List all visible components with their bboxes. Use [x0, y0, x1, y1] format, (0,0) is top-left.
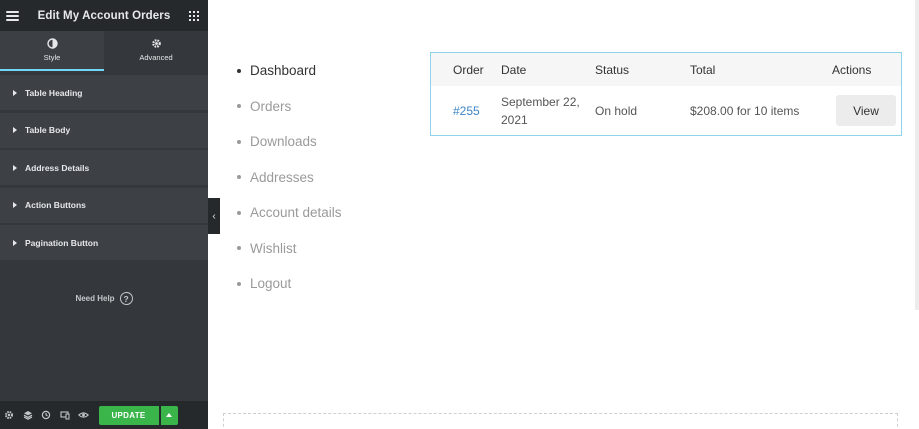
- widgets-grid-icon[interactable]: [188, 10, 199, 21]
- table-row: #255 September 22, 2021 On hold $208.00 …: [431, 86, 901, 135]
- caret-right-icon: [13, 89, 17, 96]
- column-header-total: Total: [690, 62, 716, 77]
- settings-icon[interactable]: [3, 409, 15, 421]
- caret-right-icon: [13, 127, 17, 133]
- update-options-button[interactable]: [160, 405, 178, 425]
- order-date: September 22, 2021: [501, 94, 580, 127]
- nav-label: Account details: [250, 205, 342, 221]
- style-sections: Table Heading Table Body Address Details…: [0, 75, 208, 260]
- gear-icon: [151, 38, 162, 49]
- section-label: Address Details: [25, 162, 90, 173]
- column-header-actions: Actions: [832, 62, 872, 77]
- nav-item-account-details[interactable]: Account details: [237, 195, 417, 231]
- preview-eye-icon[interactable]: [77, 409, 89, 421]
- hamburger-menu-icon[interactable]: [6, 10, 19, 21]
- chevron-left-icon: ‹: [212, 210, 216, 222]
- panel-header: Edit My Account Orders: [0, 0, 208, 31]
- caret-up-icon: [166, 413, 172, 417]
- caret-right-icon: [13, 239, 17, 246]
- nav-item-logout[interactable]: Logout: [237, 266, 417, 302]
- update-button[interactable]: UPDATE: [98, 405, 159, 425]
- nav-item-wishlist[interactable]: Wishlist: [237, 231, 417, 267]
- bullet: [237, 210, 241, 215]
- page-preview: Dashboard Orders Downloads Addresses Acc…: [220, 0, 919, 429]
- column-header-date: Date: [501, 62, 527, 77]
- editor-panel: Edit My Account Orders Style Advanced Ta…: [0, 0, 208, 429]
- nav-item-orders[interactable]: Orders: [237, 89, 417, 125]
- section-label: Table Body: [25, 125, 71, 135]
- section-table-body[interactable]: Table Body: [0, 112, 208, 148]
- nav-label: Wishlist: [250, 240, 297, 256]
- responsive-mode-icon[interactable]: [59, 409, 71, 421]
- bullet: [237, 246, 241, 251]
- nav-label: Dashboard: [250, 63, 317, 79]
- section-pagination-button[interactable]: Pagination Button: [0, 225, 208, 260]
- section-address-details[interactable]: Address Details: [0, 150, 208, 185]
- nav-label: Logout: [250, 276, 292, 292]
- section-action-buttons[interactable]: Action Buttons: [0, 187, 208, 223]
- column-header-status: Status: [595, 62, 630, 77]
- nav-label: Downloads: [250, 134, 317, 150]
- account-navigation: Dashboard Orders Downloads Addresses Acc…: [237, 53, 417, 302]
- order-total: $208.00 for 10 items: [690, 103, 800, 118]
- view-order-button[interactable]: View: [836, 95, 896, 126]
- bullet: [237, 281, 241, 286]
- empty-section-placeholder[interactable]: [223, 413, 898, 429]
- nav-item-dashboard[interactable]: Dashboard: [237, 53, 417, 89]
- contrast-icon: [46, 38, 58, 49]
- panel-title: Edit My Account Orders: [37, 9, 171, 22]
- layers-icon[interactable]: [22, 409, 34, 421]
- table-header-row: Order Date Status Total Actions: [431, 53, 901, 86]
- bullet: [237, 68, 241, 73]
- bullet: [237, 104, 241, 109]
- tab-style[interactable]: Style: [0, 31, 104, 71]
- panel-tabs: Style Advanced: [0, 31, 208, 71]
- need-help-link[interactable]: Need Help ?: [0, 292, 208, 305]
- bullet: [237, 139, 241, 144]
- tab-style-label: Style: [43, 53, 61, 62]
- help-icon: ?: [119, 292, 133, 305]
- panel-footer: UPDATE: [0, 401, 208, 429]
- collapse-panel-toggle[interactable]: ‹: [208, 198, 220, 234]
- nav-label: Addresses: [250, 169, 314, 185]
- preview-scrollbar[interactable]: [915, 0, 919, 310]
- order-number-link[interactable]: #255: [453, 104, 480, 118]
- tab-advanced[interactable]: Advanced: [104, 31, 208, 71]
- section-label: Action Buttons: [25, 200, 86, 210]
- section-table-heading[interactable]: Table Heading: [0, 75, 208, 110]
- bullet: [237, 175, 241, 180]
- nav-item-downloads[interactable]: Downloads: [237, 124, 417, 160]
- column-header-order: Order: [453, 62, 484, 77]
- section-label: Pagination Button: [25, 237, 99, 248]
- nav-item-addresses[interactable]: Addresses: [237, 160, 417, 196]
- caret-right-icon: [13, 164, 17, 171]
- nav-label: Orders: [250, 98, 292, 114]
- need-help-label: Need Help: [75, 294, 115, 303]
- caret-right-icon: [13, 202, 17, 208]
- order-status: On hold: [595, 103, 638, 118]
- section-label: Table Heading: [25, 87, 83, 98]
- history-icon[interactable]: [40, 409, 52, 421]
- tab-advanced-label: Advanced: [139, 53, 173, 62]
- orders-table: Order Date Status Total Actions #255 Sep…: [430, 52, 902, 136]
